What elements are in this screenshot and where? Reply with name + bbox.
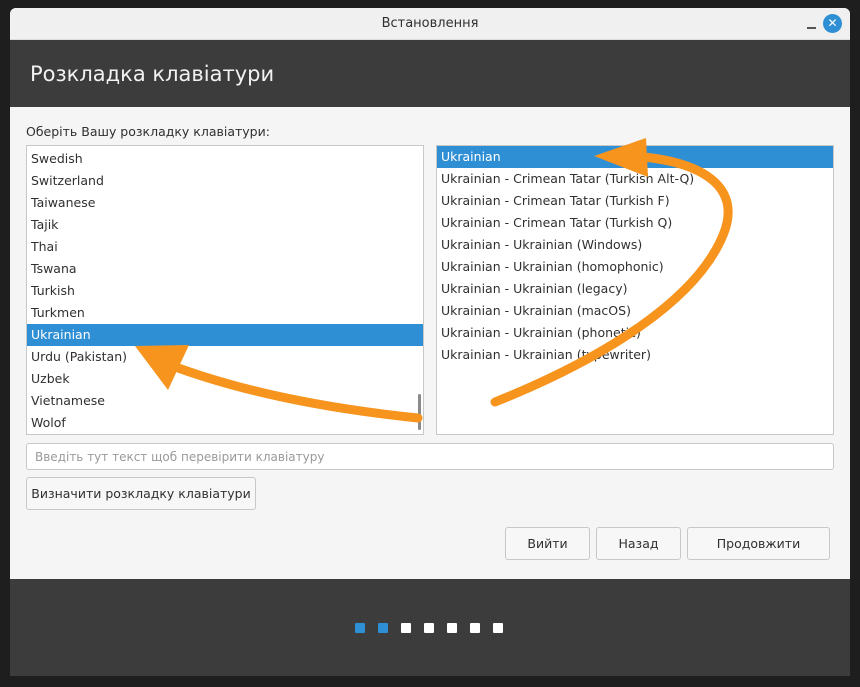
layout-list-item[interactable]: Turkish xyxy=(27,280,423,302)
variant-list-item[interactable]: Ukrainian - Ukrainian (typewriter) xyxy=(437,344,833,366)
layout-list-item[interactable]: Swedish xyxy=(27,148,423,170)
layout-list-item[interactable]: Tajik xyxy=(27,214,423,236)
title-bar[interactable]: Встановлення ✕ xyxy=(10,8,850,40)
layout-list[interactable]: Swedish Switzerland Taiwanese Tajik Thai Tswa… xyxy=(26,145,424,435)
detect-layout-button[interactable]: Визначити розкладку клавіатури xyxy=(26,477,256,510)
variant-list-item[interactable]: Ukrainian - Ukrainian (homophonic) xyxy=(437,256,833,278)
step-dot xyxy=(378,623,388,633)
layout-list-item[interactable]: Wolof xyxy=(27,412,423,434)
variant-list-item[interactable]: Ukrainian xyxy=(437,146,833,168)
variant-list-item[interactable]: Ukrainian - Crimean Tatar (Turkish Alt-Q… xyxy=(437,168,833,190)
page-title: Розкладка клавіатури xyxy=(30,62,275,86)
window-title: Встановлення xyxy=(381,16,479,31)
layout-list-item[interactable]: Turkmen xyxy=(27,302,423,324)
variant-list-item[interactable]: Ukrainian - Crimean Tatar (Turkish F) xyxy=(437,190,833,212)
installer-window: Встановлення ✕ Розкладка клавіатури Обер… xyxy=(10,8,850,676)
layout-list-item[interactable]: Tswana xyxy=(27,258,423,280)
step-dot xyxy=(470,623,480,633)
layout-list-item[interactable]: Switzerland xyxy=(27,170,423,192)
minimize-icon[interactable] xyxy=(802,14,822,34)
quit-button[interactable]: Вийти xyxy=(505,527,590,560)
layout-list-item[interactable]: Urdu (Pakistan) xyxy=(27,346,423,368)
page-header: Розкладка клавіатури xyxy=(10,40,850,107)
main-content: Оберіть Вашу розкладку клавіатури: Swedi… xyxy=(10,107,850,579)
step-dot xyxy=(355,623,365,633)
layout-list-item[interactable]: Uzbek xyxy=(27,368,423,390)
layout-list-item[interactable]: Ukrainian xyxy=(27,324,423,346)
keyboard-test-input[interactable] xyxy=(26,443,834,470)
layout-list-item[interactable]: Thai xyxy=(27,236,423,258)
variant-list-item[interactable]: Ukrainian - Ukrainian (macOS) xyxy=(437,300,833,322)
variant-list-item[interactable]: Ukrainian - Crimean Tatar (Turkish Q) xyxy=(437,212,833,234)
variant-list-item[interactable]: Ukrainian - Ukrainian (legacy) xyxy=(437,278,833,300)
step-dot xyxy=(447,623,457,633)
layout-list-scrollbar[interactable] xyxy=(418,394,421,430)
step-dot xyxy=(424,623,434,633)
step-dot xyxy=(493,623,503,633)
variant-list-item[interactable]: Ukrainian - Ukrainian (Windows) xyxy=(437,234,833,256)
layout-list-item[interactable]: Vietnamese xyxy=(27,390,423,412)
layout-list-item[interactable]: Taiwanese xyxy=(27,192,423,214)
back-button[interactable]: Назад xyxy=(596,527,681,560)
variant-list[interactable]: Ukrainian Ukrainian - Crimean Tatar (Turk… xyxy=(436,145,834,435)
footer xyxy=(10,579,850,676)
variant-list-item[interactable]: Ukrainian - Ukrainian (phonetic) xyxy=(437,322,833,344)
continue-button[interactable]: Продовжити xyxy=(687,527,830,560)
step-dot xyxy=(401,623,411,633)
layout-prompt: Оберіть Вашу розкладку клавіатури: xyxy=(26,124,270,139)
close-icon[interactable]: ✕ xyxy=(823,14,842,33)
